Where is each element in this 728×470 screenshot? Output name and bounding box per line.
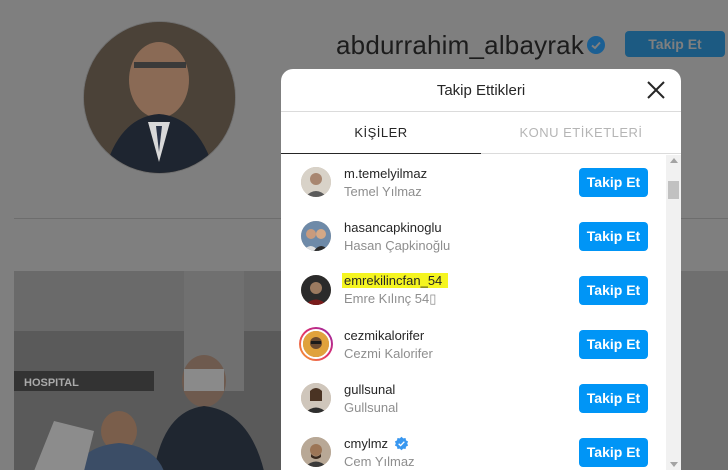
account-text: gullsunal Gullsunal xyxy=(344,382,398,415)
scrollbar[interactable] xyxy=(666,155,681,470)
follow-button[interactable]: Takip Et xyxy=(579,167,648,197)
tab-people[interactable]: KİŞİLER xyxy=(281,112,481,154)
close-icon[interactable] xyxy=(645,79,667,101)
modal-header: Takip Ettikleri xyxy=(281,69,681,112)
post-thumbnail-partial[interactable] xyxy=(681,271,728,470)
profile-follow-button[interactable]: Takip Et xyxy=(625,31,725,57)
list-item[interactable]: cmylmz Cem Yılmaz Takip Et xyxy=(281,425,681,470)
scroll-down-arrow-icon[interactable] xyxy=(670,462,678,467)
avatar[interactable] xyxy=(301,167,331,197)
list-item[interactable]: emrekilincfan_54 Emre Kılınç 54▯ Takip E… xyxy=(281,263,681,317)
avatar[interactable] xyxy=(301,275,331,305)
account-text: cezmikalorifer Cezmi Kalorifer xyxy=(344,328,433,361)
list-item[interactable]: m.temelyilmaz Temel Yılmaz Takip Et xyxy=(281,155,681,209)
highlight-marker: emrekilincfan_54 xyxy=(342,273,449,288)
following-list: m.temelyilmaz Temel Yılmaz Takip Et hasa… xyxy=(281,155,681,470)
account-username[interactable]: emrekilincfan_54 xyxy=(342,273,449,288)
scroll-up-arrow-icon[interactable] xyxy=(670,158,678,163)
follow-button[interactable]: Takip Et xyxy=(579,221,648,251)
account-fullname: Emre Kılınç 54▯ xyxy=(344,291,437,306)
verified-badge-icon xyxy=(394,436,409,450)
post-thumbnail[interactable]: HOSPITAL xyxy=(14,271,282,470)
tab-hashtags[interactable]: KONU ETİKETLERİ xyxy=(481,112,681,153)
account-fullname: Cezmi Kalorifer xyxy=(344,345,433,361)
account-username[interactable]: m.temelyilmaz xyxy=(344,166,427,181)
following-modal: Takip Ettikleri KİŞİLER KONU ETİKETLERİ … xyxy=(281,69,681,470)
account-fullname: Cem Yılmaz xyxy=(344,453,415,469)
account-text: hasancapkinoglu Hasan Çapkinoğlu xyxy=(344,220,450,253)
list-item[interactable]: gullsunal Gullsunal Takip Et xyxy=(281,371,681,425)
follow-button[interactable]: Takip Et xyxy=(579,275,648,305)
account-fullname: Temel Yılmaz xyxy=(344,183,422,199)
follow-button[interactable]: Takip Et xyxy=(579,383,648,413)
profile-avatar[interactable] xyxy=(84,22,235,173)
account-fullname: Gullsunal xyxy=(344,399,399,415)
account-username[interactable]: cmylmz xyxy=(344,436,415,451)
avatar[interactable] xyxy=(301,221,331,251)
follow-button[interactable]: Takip Et xyxy=(579,437,648,467)
account-text: m.temelyilmaz Temel Yılmaz xyxy=(344,166,427,199)
avatar-story-ring[interactable] xyxy=(299,327,333,361)
hospital-sign-text: HOSPITAL xyxy=(24,377,79,389)
account-text: emrekilincfan_54 Emre Kılınç 54▯ xyxy=(342,273,449,307)
verified-badge-icon xyxy=(587,36,605,54)
account-fullname: Hasan Çapkinoğlu xyxy=(344,237,451,253)
account-username[interactable]: gullsunal xyxy=(344,382,398,397)
profile-username: abdurrahim_albayrak xyxy=(336,30,585,60)
list-item[interactable]: hasancapkinoglu Hasan Çapkinoğlu Takip E… xyxy=(281,209,681,263)
modal-title: Takip Ettikleri xyxy=(436,81,526,99)
list-item[interactable]: cezmikalorifer Cezmi Kalorifer Takip Et xyxy=(281,317,681,371)
modal-tabs: KİŞİLER KONU ETİKETLERİ xyxy=(281,112,681,154)
avatar xyxy=(301,329,331,359)
scroll-thumb[interactable] xyxy=(668,181,679,199)
account-username[interactable]: cezmikalorifer xyxy=(344,328,433,343)
account-username[interactable]: hasancapkinoglu xyxy=(344,220,450,235)
follow-button[interactable]: Takip Et xyxy=(579,329,648,359)
account-text: cmylmz Cem Yılmaz xyxy=(344,436,415,469)
avatar[interactable] xyxy=(301,383,331,413)
avatar[interactable] xyxy=(301,437,331,467)
